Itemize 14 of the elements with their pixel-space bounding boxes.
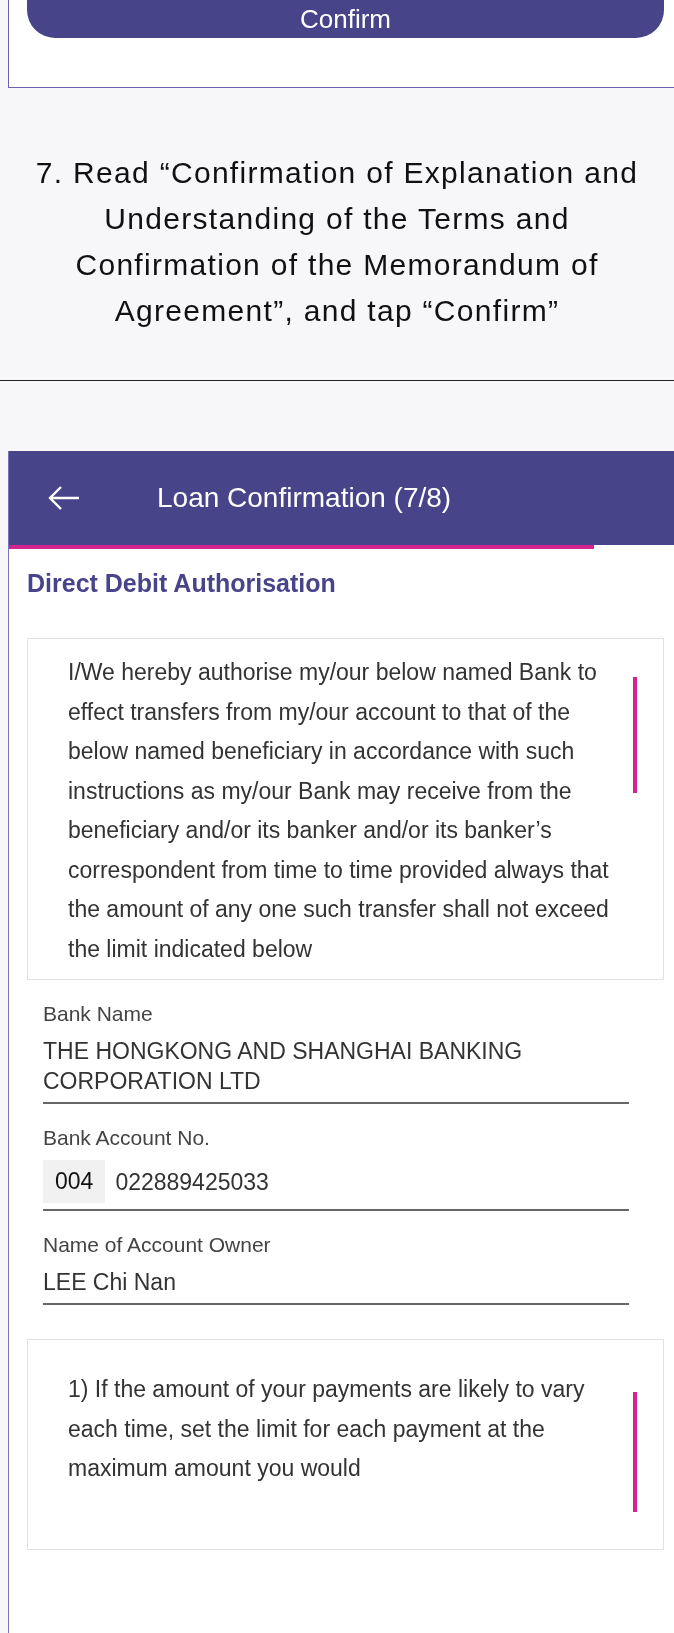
screen-title: Loan Confirmation (7/8): [157, 482, 452, 514]
field-label: Name of Account Owner: [43, 1233, 272, 1257]
confirm-button[interactable]: Confirm: [27, 0, 664, 38]
terms-text: I/We hereby authorise my/our below named Bank to effect transfers from my/our account to that of the below named beneficiary in accordance with such instructions as my/our Bank may receive from the beneficiary and/or its banker and/or its banker’s correspondent from time to time provided always that the amount of any one such transfer shall not exceed the limit indicated below: [68, 658, 610, 964]
section-title: Direct Debit Authorisation: [27, 569, 337, 598]
instruction-text: 7. Read “Confirmation of Explanation and Understanding of the Terms and Confirmation of the Memorandum of Agreement”, and tap “Confirm”: [34, 155, 640, 329]
back-arrow-icon[interactable]: [47, 485, 81, 511]
bank-code: 004: [43, 1160, 106, 1203]
field-value: THE HONGKONG AND SHANGHAI BANKING CORPORATION LTD: [43, 1037, 524, 1096]
field-label: Bank Name: [43, 1002, 154, 1026]
field-label: Bank Account No.: [43, 1126, 211, 1150]
field-value: LEE Chi Nan: [43, 1268, 176, 1297]
note-text: 1) If the amount of your payments are likely to vary each time, set the limit for each payment at the maximum amount you would: [68, 1375, 586, 1483]
field-value: 022889425033: [115, 1167, 269, 1197]
